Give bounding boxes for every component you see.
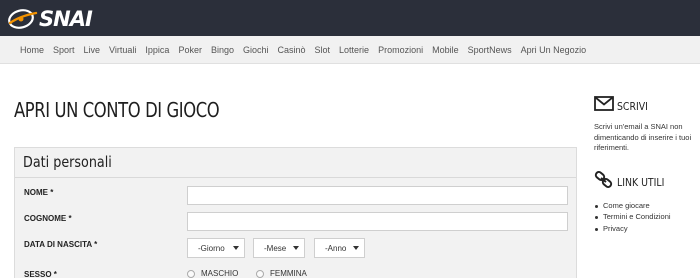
nav-item-virtuali[interactable]: Virtuali [109,45,136,55]
chain-link-icon [594,170,614,194]
envelope-icon [594,96,614,116]
dob-month-select[interactable]: -Mese [253,238,305,258]
chevron-down-icon [353,246,359,250]
sesso-label: SESSO * [24,270,57,278]
nav-item-home[interactable]: Home [20,45,44,55]
nav-item-giochi[interactable]: Giochi [243,45,269,55]
nav-list: Home Sport Live Virtuali Ippica Poker Bingo Gio… [20,36,595,64]
page-title: APRI UN CONTO DI GIOCO [14,98,220,122]
panel-title: Dati personali [23,153,112,171]
useful-links-list: Come giocare Termini e Condizioni Privac… [594,200,694,235]
dob-year-value: -Anno [325,243,347,253]
top-header-bar: SNAI [0,0,700,36]
nav-item-apri-un-negozio[interactable]: Apri Un Negozio [521,45,587,55]
scrivi-heading: SCRIVI [594,96,694,116]
radio-circle[interactable] [187,269,195,278]
nav-item-promozioni[interactable]: Promozioni [378,45,423,55]
nav-item-sportnews[interactable]: SportNews [468,45,512,55]
nav-item-ippica[interactable]: Ippica [145,45,169,55]
dob-label: DATA DI NASCITA * [24,240,98,249]
cognome-label: COGNOME * [24,214,72,223]
radio-label-maschio: MASCHIO [201,269,239,278]
scrivi-text: Scrivi un'email a SNAI non dimenticando … [594,122,692,152]
chevron-down-icon [233,246,239,250]
nav-item-casin-[interactable]: Casinò [278,45,306,55]
panel-divider [15,177,576,178]
sidebar: SCRIVI Scrivi un'email a SNAI non diment… [594,96,694,234]
sesso-femmina-radio[interactable]: FEMMINA [256,269,307,278]
dob-day-select[interactable]: -Giorno [187,238,245,258]
sesso-maschio-radio[interactable]: MASCHIO [187,269,238,278]
link-privacy[interactable]: Privacy [594,223,694,235]
snai-logo[interactable]: SNAI [6,4,146,32]
nav-item-lotterie[interactable]: Lotterie [339,45,369,55]
radio-label-femmina: FEMMINA [270,269,307,278]
main-navigation: Home Sport Live Virtuali Ippica Poker Bingo Gio… [0,36,700,64]
links-title: LINK UTILI [617,175,665,189]
personal-data-panel: Dati personali NOME * COGNOME * DATA DI … [14,147,577,278]
cognome-input[interactable] [187,212,568,231]
nav-item-slot[interactable]: Slot [315,45,331,55]
radio-circle[interactable] [256,269,264,278]
dob-month-value: -Mese [264,243,287,253]
nav-item-bingo[interactable]: Bingo [211,45,234,55]
link-come-giocare[interactable]: Come giocare [594,200,694,212]
nav-item-sport[interactable]: Sport [53,45,75,55]
nav-item-live[interactable]: Live [84,45,101,55]
dob-year-select[interactable]: -Anno [314,238,365,258]
logo-text: SNAI [39,7,93,31]
links-heading: LINK UTILI [594,170,694,194]
nome-label: NOME * [24,188,54,197]
dob-day-value: -Giorno [198,243,225,253]
nome-input[interactable] [187,186,568,205]
nav-item-poker[interactable]: Poker [178,45,202,55]
scrivi-title: SCRIVI [617,99,648,113]
chevron-down-icon [293,246,299,250]
link-termini-condizioni[interactable]: Termini e Condizioni [594,211,694,223]
nav-item-mobile[interactable]: Mobile [432,45,459,55]
